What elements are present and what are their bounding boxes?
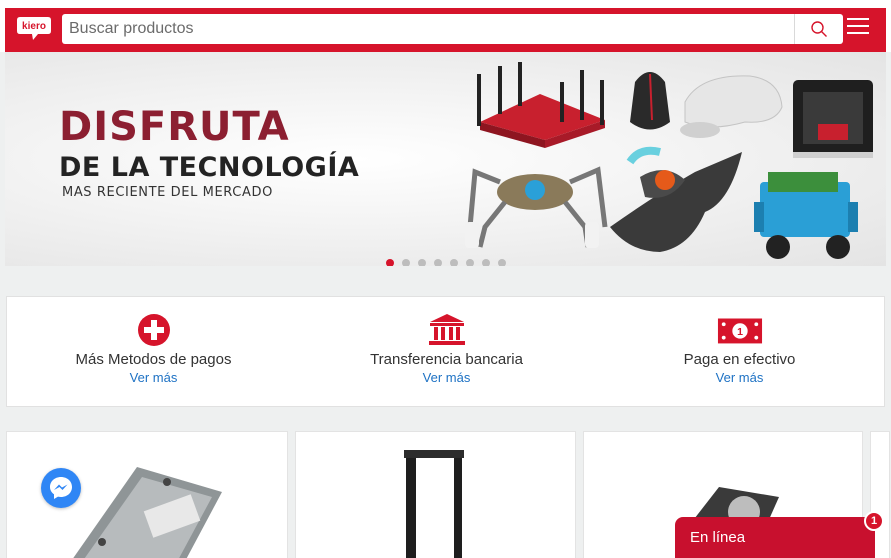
promo-banner[interactable]: DISFRUTA DE LA TECNOLOGÍA MAS RECIENTE D…	[5, 52, 886, 266]
chat-label: En línea	[690, 529, 746, 546]
banner-title: DISFRUTA	[59, 104, 290, 150]
kiero-logo[interactable]: kiero	[16, 14, 52, 42]
search-box	[62, 14, 843, 44]
carousel-dot[interactable]	[418, 259, 426, 266]
banner-products-image	[465, 62, 873, 259]
search-icon	[811, 21, 827, 37]
carousel-dot[interactable]	[498, 259, 506, 266]
messenger-button[interactable]	[41, 468, 81, 508]
carousel-dot[interactable]	[434, 259, 442, 266]
ver-mas-link[interactable]: Ver más	[300, 370, 593, 385]
robot-car-icon	[754, 172, 858, 259]
3d-printer-icon	[793, 80, 873, 158]
mouse-icon	[630, 72, 670, 130]
hamburger-icon	[847, 18, 869, 20]
carousel-dot[interactable]	[402, 259, 410, 266]
top-bar: kiero	[0, 0, 891, 52]
carousel-dot[interactable]	[450, 259, 458, 266]
router-icon	[477, 62, 605, 148]
banner-tagline: MAS RECIENTE DEL MERCADO	[62, 185, 273, 200]
carousel-dot[interactable]	[466, 259, 474, 266]
payment-option-more[interactable]: Más Metodos de pagos Ver más	[7, 297, 300, 408]
server-rack-icon	[404, 450, 464, 558]
search-button[interactable]	[794, 14, 843, 44]
carousel-dot[interactable]	[386, 259, 394, 266]
payment-options: Más Metodos de pagos Ver más Transferenc…	[6, 296, 885, 407]
bank-icon	[428, 314, 465, 345]
ver-mas-link[interactable]: Ver más	[7, 370, 300, 385]
svg-text:1: 1	[737, 326, 743, 338]
carousel-dot[interactable]	[482, 259, 490, 266]
logo-text: kiero	[22, 21, 46, 32]
payment-option-cash[interactable]: 1 Paga en efectivo Ver más	[593, 297, 886, 408]
product-card[interactable]	[295, 431, 576, 558]
payment-option-label: Más Metodos de pagos	[75, 351, 232, 368]
vr-headset-icon	[680, 75, 783, 138]
drone-icon	[610, 146, 742, 252]
payment-option-label: Transferencia bancaria	[370, 351, 523, 368]
notification-badge: 1	[864, 511, 884, 531]
ver-mas-link[interactable]: Ver más	[593, 370, 886, 385]
messenger-icon	[50, 477, 72, 499]
menu-button[interactable]	[847, 18, 869, 36]
robot-spider-icon	[465, 166, 608, 248]
live-chat-button[interactable]: En línea	[675, 517, 875, 558]
cash-icon: 1	[717, 318, 762, 344]
payment-option-label: Paga en efectivo	[683, 351, 796, 368]
carousel-dots	[386, 259, 506, 266]
payment-option-transfer[interactable]: Transferencia bancaria Ver más	[300, 297, 593, 408]
plus-circle-icon	[137, 314, 170, 346]
banner-subtitle: DE LA TECNOLOGÍA	[59, 152, 360, 183]
search-input[interactable]	[62, 14, 794, 44]
